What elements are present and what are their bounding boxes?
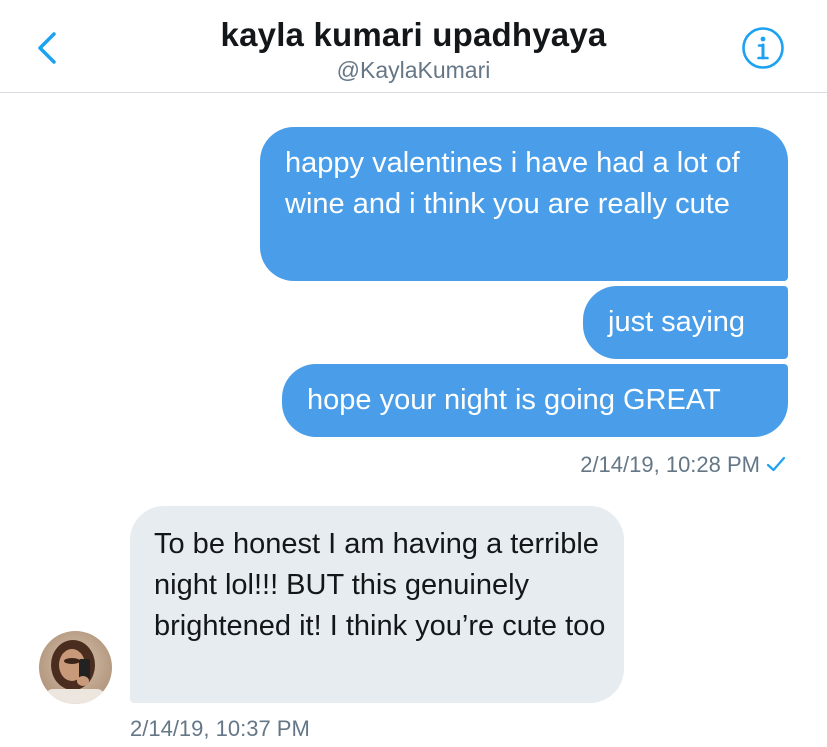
received-timestamp: 2/14/19, 10:37 PM [130, 716, 310, 741]
message-text: To be honest I am having a terrible nigh… [154, 528, 606, 642]
sent-timestamp-text: 2/14/19, 10:28 PM [580, 452, 760, 477]
dm-conversation-screen: kayla kumari upadhyaya @KaylaKumari happ… [0, 0, 827, 747]
avatar[interactable] [39, 631, 112, 704]
message-text: happy valentines i have had a lot of win… [285, 147, 740, 220]
conversation-title: kayla kumari upadhyaya [220, 16, 607, 53]
info-button[interactable] [741, 26, 785, 70]
chevron-left-icon [38, 32, 56, 64]
received-message-bubble[interactable]: To be honest I am having a terrible nigh… [130, 506, 624, 703]
sent-message-bubble[interactable]: hope your night is going GREAT [282, 364, 788, 437]
back-button[interactable] [28, 24, 68, 72]
conversation-header: kayla kumari upadhyaya @KaylaKumari [0, 0, 827, 93]
sent-message-bubble[interactable]: happy valentines i have had a lot of win… [260, 127, 788, 281]
conversation-title-block[interactable]: kayla kumari upadhyaya @KaylaKumari [150, 14, 677, 83]
profile-photo [39, 631, 112, 704]
conversation-handle: @KaylaKumari [336, 57, 491, 83]
message-text: hope your night is going GREAT [307, 384, 721, 416]
message-text: just saying [608, 306, 746, 338]
sent-message-bubble[interactable]: just saying [583, 286, 788, 359]
sent-timestamp: 2/14/19, 10:28 PM [580, 452, 786, 478]
checkmark-icon [766, 457, 786, 472]
info-circle-icon [742, 27, 784, 69]
